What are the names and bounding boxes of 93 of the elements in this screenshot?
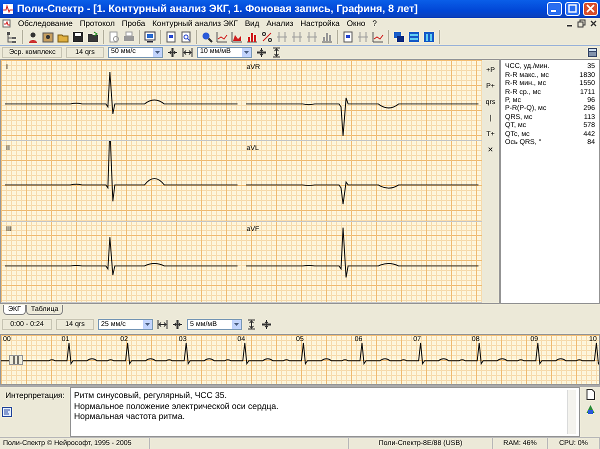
print-preview-icon xyxy=(108,31,120,44)
compress-vertical-icon xyxy=(256,47,267,58)
caret-icon xyxy=(232,320,241,330)
menu-item[interactable]: Настройка xyxy=(300,18,340,29)
search-icon xyxy=(201,31,213,44)
new-document-icon xyxy=(584,389,596,400)
caret-icon xyxy=(143,320,152,330)
menu-item[interactable]: Протокол xyxy=(80,18,115,29)
line-chart-icon xyxy=(372,31,384,44)
menu-item[interactable]: Анализ xyxy=(266,18,294,29)
tree-button[interactable] xyxy=(5,30,19,44)
menu-item[interactable]: ? xyxy=(372,18,377,29)
compress-vertical-button[interactable] xyxy=(256,47,267,58)
document-search-icon xyxy=(180,31,192,44)
compress-horizontal-icon xyxy=(172,319,183,330)
cascade-windows-icon xyxy=(393,31,405,44)
close-icon xyxy=(586,4,595,14)
document-search-button[interactable] xyxy=(179,30,193,44)
menu-item[interactable]: Вид xyxy=(244,18,260,29)
menu-item[interactable]: Проба xyxy=(122,18,146,29)
area-chart-icon xyxy=(231,31,243,44)
area-chart-button[interactable] xyxy=(230,30,244,44)
photo-icon xyxy=(42,31,54,44)
maximize-button[interactable] xyxy=(565,2,580,16)
interpretation-text: Ритм синусовый, регулярный, ЧСС 35. xyxy=(74,390,228,401)
compress-vertical-button[interactable] xyxy=(261,319,272,330)
interpretation-label: Интерпретация: xyxy=(4,391,66,402)
expand-vertical-icon xyxy=(271,47,282,58)
expand-horizontal-icon xyxy=(182,47,193,58)
compress-horizontal-icon xyxy=(167,47,178,58)
document-icon xyxy=(342,31,354,44)
new-document-button[interactable] xyxy=(584,389,596,400)
cascade-windows-button[interactable] xyxy=(392,30,406,44)
window-title: Поли-Спектр - [1. Контурный анализ ЭКГ, 1. Фоновая запись, Графиня, 8 лет] xyxy=(17,2,419,16)
maximize-icon xyxy=(568,4,577,14)
document-icon xyxy=(2,19,11,28)
bar-chart-icon xyxy=(321,31,333,44)
marker-lines-icon xyxy=(276,31,288,44)
tile-vertical-button[interactable] xyxy=(422,30,436,44)
menu-item[interactable]: Обследование xyxy=(18,18,73,29)
expand-vertical-button[interactable] xyxy=(246,319,257,330)
line-chart-button[interactable] xyxy=(215,30,229,44)
percent-icon xyxy=(261,31,273,44)
tree-icon xyxy=(6,31,18,44)
marker-lines-icon xyxy=(291,31,303,44)
tile-horizontal-button[interactable] xyxy=(407,30,421,44)
minimize-button[interactable] xyxy=(547,2,562,16)
line-chart-icon xyxy=(216,31,228,44)
caret-icon xyxy=(153,48,162,58)
marker-lines-icon xyxy=(306,31,318,44)
pause-button[interactable] xyxy=(9,354,23,365)
save-button[interactable] xyxy=(71,30,85,44)
print-icon xyxy=(123,31,135,44)
expand-horizontal-button[interactable] xyxy=(157,319,168,330)
compress-horizontal-button[interactable] xyxy=(172,319,183,330)
percent-button[interactable] xyxy=(260,30,274,44)
edit-icon xyxy=(2,407,12,418)
monitor-button[interactable] xyxy=(143,30,157,44)
tile-vertical-icon xyxy=(423,31,435,44)
menu-item[interactable]: Контурный анализ ЭКГ xyxy=(152,18,238,29)
folder-icon xyxy=(87,31,99,44)
document-icon xyxy=(165,31,177,44)
bar-chart-button[interactable] xyxy=(245,30,259,44)
person-icon xyxy=(27,31,39,44)
caret-icon xyxy=(242,48,251,58)
line-chart-button[interactable] xyxy=(371,30,385,44)
search-button[interactable] xyxy=(200,30,214,44)
monitor-icon xyxy=(144,31,156,44)
restore-icon xyxy=(576,19,586,28)
expand-horizontal-button[interactable] xyxy=(182,47,193,58)
expand-vertical-icon xyxy=(246,319,257,330)
scrollbar[interactable] xyxy=(567,390,576,434)
save-icon xyxy=(72,31,84,44)
app-icon xyxy=(2,2,14,15)
expand-vertical-button[interactable] xyxy=(271,47,282,58)
interpretation-text: Нормальное положение электрической оси сердца. xyxy=(74,400,280,412)
photo-button[interactable] xyxy=(41,30,55,44)
bar-chart-icon xyxy=(246,31,258,44)
menu-item[interactable]: Окно xyxy=(346,18,366,29)
document-button[interactable] xyxy=(341,30,355,44)
marker-lines-icon xyxy=(357,31,369,44)
person-button[interactable] xyxy=(26,30,40,44)
interpretation-text: Нормальная частота ритма. xyxy=(74,411,186,422)
edit-button[interactable] xyxy=(2,407,13,418)
compress-vertical-icon xyxy=(261,319,272,330)
close-icon xyxy=(588,19,598,28)
restore-button[interactable] xyxy=(576,19,586,28)
close-button[interactable] xyxy=(588,19,598,28)
tile-horizontal-icon xyxy=(408,31,420,44)
compress-horizontal-button[interactable] xyxy=(167,47,178,58)
document-button[interactable] xyxy=(164,30,178,44)
expand-horizontal-icon xyxy=(157,319,168,330)
folder-button[interactable] xyxy=(86,30,100,44)
